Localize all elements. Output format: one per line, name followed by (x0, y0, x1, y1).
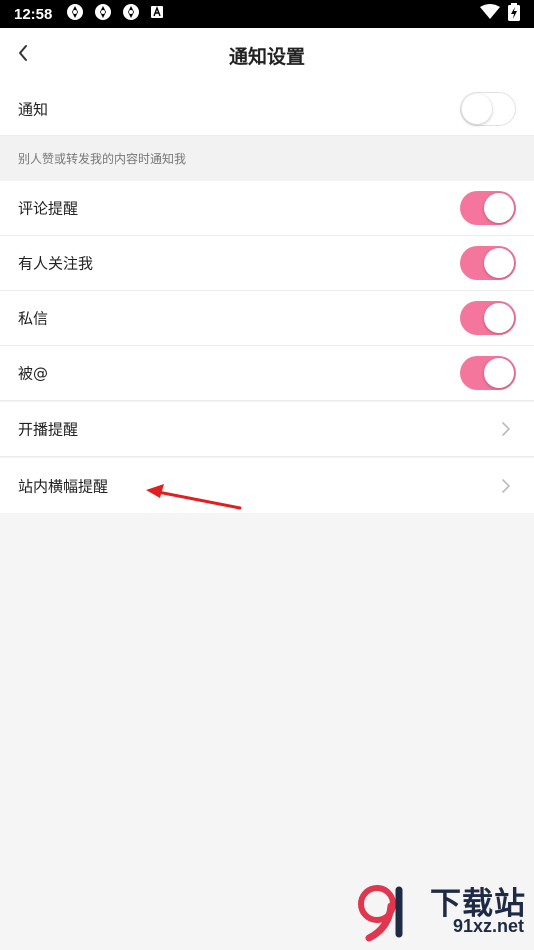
section-hint-text: 别人赞或转发我的内容时通知我 (18, 152, 187, 166)
setting-row-private-message[interactable]: 私信 (0, 291, 534, 346)
setting-label: 评论提醒 (18, 199, 79, 218)
mentioned-toggle[interactable] (460, 356, 516, 390)
new-follower-toggle[interactable] (460, 246, 516, 280)
status-bar: 12:58 (0, 0, 534, 28)
app-notification-icon (94, 3, 112, 25)
setting-label: 开播提醒 (18, 420, 79, 439)
setting-row-mentioned[interactable]: 被@ (0, 346, 534, 401)
font-notification-icon (150, 5, 164, 23)
setting-row-banner-reminder[interactable]: 站内横幅提醒 (0, 458, 534, 513)
toggle-knob (462, 93, 492, 124)
toggle-knob (484, 303, 514, 333)
section-hint: 别人赞或转发我的内容时通知我 (0, 136, 534, 180)
watermark: 下载站 91xz.net (353, 876, 528, 946)
setting-label: 私信 (18, 309, 49, 328)
page-title: 通知设置 (228, 46, 305, 68)
app-notification-icon (66, 3, 84, 25)
wifi-icon (480, 4, 500, 24)
toggle-knob (484, 193, 514, 223)
setting-row-notify[interactable]: 通知 (0, 82, 534, 136)
app-notification-icon (122, 3, 140, 25)
watermark-site: 91xz.net (452, 916, 524, 936)
screen: 12:58 通知设置 通知 别人赞或转发我的内容时通知我 评论提醒 有人关注我 … (0, 0, 534, 950)
status-time: 12:58 (14, 5, 53, 23)
chevron-right-icon (500, 478, 512, 494)
annotation-arrow-icon (146, 484, 242, 510)
setting-row-live-reminder[interactable]: 开播提醒 (0, 402, 534, 457)
toggle-knob (484, 358, 514, 388)
setting-label: 有人关注我 (18, 254, 94, 273)
setting-row-comment-reminder[interactable]: 评论提醒 (0, 181, 534, 236)
comment-reminder-toggle[interactable] (460, 191, 516, 225)
toggle-knob (484, 248, 514, 278)
chevron-right-icon (500, 421, 512, 437)
header: 通知设置 (0, 28, 534, 82)
setting-label: 通知 (18, 100, 49, 118)
setting-label: 站内横幅提醒 (18, 477, 109, 495)
watermark-logo-icon (355, 882, 413, 946)
battery-icon (508, 3, 520, 25)
notify-toggle[interactable] (460, 91, 516, 126)
setting-row-new-follower[interactable]: 有人关注我 (0, 236, 534, 291)
setting-label: 被@ (18, 364, 49, 383)
private-message-toggle[interactable] (460, 301, 516, 335)
